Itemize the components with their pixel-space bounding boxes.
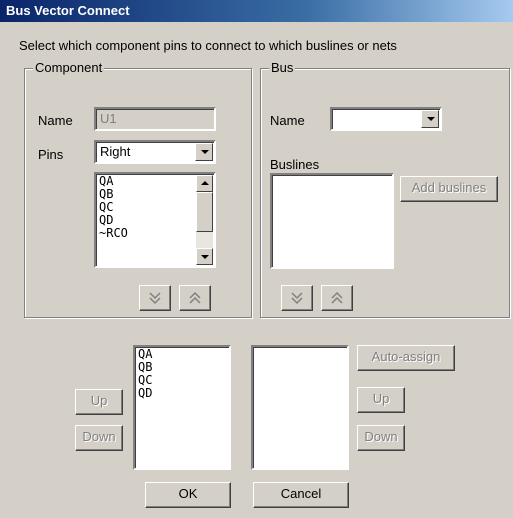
auto-assign-button[interactable]: Auto-assign <box>357 345 455 371</box>
component-group-legend: Component <box>33 60 105 75</box>
up-button-left[interactable]: Up <box>75 389 123 415</box>
bus-name-dropdown[interactable] <box>330 107 442 131</box>
scroll-up-icon[interactable] <box>196 175 213 192</box>
list-item[interactable]: QD <box>138 387 152 400</box>
scroll-down-icon[interactable] <box>196 248 213 265</box>
up-button-right[interactable]: Up <box>357 387 405 413</box>
buslines-list[interactable] <box>270 173 394 269</box>
double-chevron-up-icon <box>189 291 201 304</box>
down-button-right[interactable]: Down <box>357 425 405 451</box>
list-item[interactable]: ~RCO <box>99 227 128 240</box>
component-pin-items: QA QB QC QD ~RCO <box>99 175 128 240</box>
component-pin-list[interactable]: QA QB QC QD ~RCO <box>94 172 216 268</box>
selected-pins-list[interactable]: QA QB QC QD <box>133 345 231 470</box>
pins-label: Pins <box>38 147 64 162</box>
double-chevron-up-icon <box>331 291 343 304</box>
instruction-text: Select which component pins to connect t… <box>19 38 397 53</box>
component-name-value: U1 <box>100 111 117 126</box>
double-chevron-down-icon <box>291 292 303 305</box>
component-move-down-button[interactable] <box>139 285 171 311</box>
pins-dropdown[interactable]: Right <box>94 140 216 164</box>
component-move-up-button[interactable] <box>179 285 211 311</box>
bus-name-label: Name <box>270 113 305 128</box>
bus-group-legend: Bus <box>269 60 296 75</box>
selected-buslines-list[interactable] <box>251 345 349 470</box>
down-button-left[interactable]: Down <box>75 425 123 451</box>
scroll-thumb[interactable] <box>196 192 213 232</box>
bus-move-up-button[interactable] <box>321 285 353 311</box>
add-buslines-button[interactable]: Add buslines <box>400 176 498 202</box>
cancel-button[interactable]: Cancel <box>253 482 349 508</box>
double-chevron-down-icon <box>149 292 161 305</box>
window-title: Bus Vector Connect <box>6 3 130 18</box>
buslines-label: Buslines <box>270 157 320 172</box>
pins-dropdown-value: Right <box>100 144 131 159</box>
title-bar: Bus Vector Connect <box>0 0 513 22</box>
pin-list-scrollbar[interactable] <box>196 175 213 265</box>
component-name-label: Name <box>38 113 73 128</box>
dropdown-arrow-icon[interactable] <box>195 143 213 161</box>
selected-pin-items: QA QB QC QD <box>138 348 152 400</box>
ok-button[interactable]: OK <box>145 482 231 508</box>
component-name-field[interactable]: U1 <box>94 107 216 131</box>
bus-vector-connect-dialog: Bus Vector Connect Select which componen… <box>0 0 513 518</box>
bus-move-down-button[interactable] <box>281 285 313 311</box>
dropdown-arrow-icon[interactable] <box>421 110 439 128</box>
